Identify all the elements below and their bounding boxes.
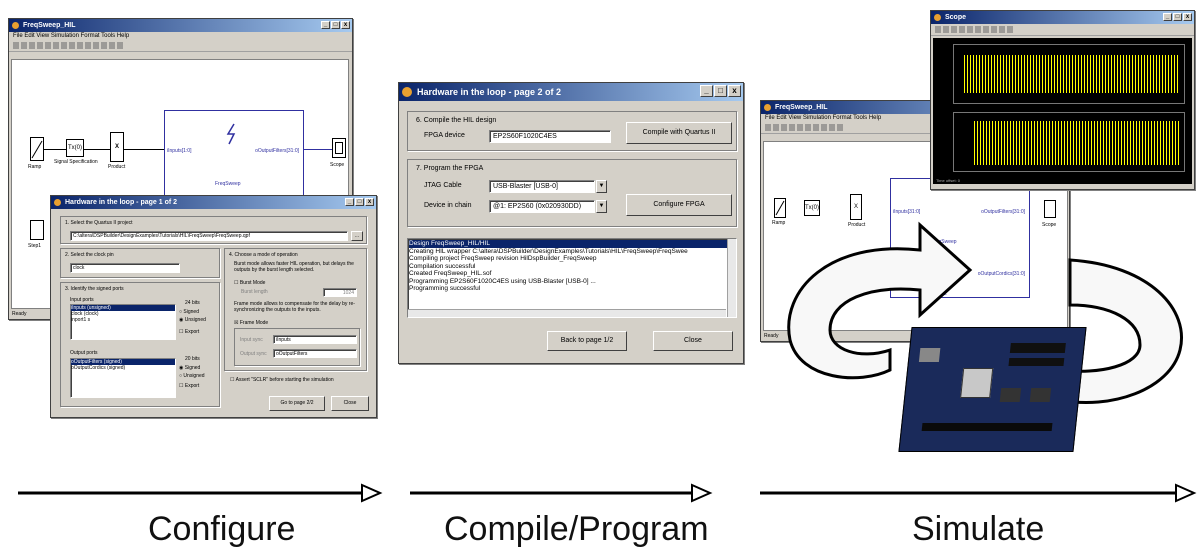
scope-titlebar: Scope _ □ x: [931, 11, 1194, 24]
vertical-scrollbar[interactable]: [727, 239, 736, 317]
input-sync-select[interactable]: iInputs: [273, 335, 357, 344]
browse-button[interactable]: ...: [351, 231, 363, 241]
chevron-down-icon[interactable]: ▼: [596, 180, 607, 193]
matlab-icon: [12, 22, 19, 29]
close-button[interactable]: x: [365, 198, 374, 206]
scope-toolbar: [931, 24, 1194, 36]
configure-fpga-button[interactable]: Configure FPGA: [626, 194, 732, 216]
compile-program-label: Compile/Program: [444, 510, 709, 548]
unsigned-radio-out[interactable]: ○ Unsigned: [179, 373, 205, 379]
mode-group: 4. Choose a mode of operation Burst mode…: [224, 248, 367, 371]
matlab-icon: [764, 104, 771, 111]
fpga-board-image: [898, 327, 1087, 452]
log-area: Design FreqSweep_HIL/HIL Creating HIL wr…: [407, 238, 737, 318]
signed-radio-in[interactable]: ○ Signed: [179, 309, 199, 315]
product-block[interactable]: X: [110, 132, 124, 162]
compile-button[interactable]: Compile with Quartus II: [626, 122, 732, 144]
project-group: 1. Select the Quartus II project C:\alte…: [60, 216, 367, 244]
scope-label: Scope: [330, 162, 345, 168]
scope-plot-area: Time offset: 0: [933, 38, 1192, 184]
scope-trace-top: [953, 44, 1185, 104]
signed-ports-group: 3. Identify the signed ports Input ports…: [60, 282, 220, 407]
list-item[interactable]: oOutputCordics (signed): [71, 365, 175, 371]
menu-bar[interactable]: File Edit View Simulation Format Tools H…: [9, 32, 352, 40]
page1-titlebar: Hardware in the loop - page 1 of 2 _ □ x: [51, 196, 376, 209]
output-sync-select[interactable]: oOutputFilters: [273, 349, 357, 358]
close-button[interactable]: Close: [331, 396, 369, 411]
goto-page2-button[interactable]: Go to page 2/2: [269, 396, 325, 411]
minimize-button[interactable]: _: [321, 21, 330, 29]
maximize-button[interactable]: □: [355, 198, 364, 206]
unsigned-radio-in[interactable]: ◉ Unsigned: [179, 317, 206, 323]
close-button[interactable]: x: [1183, 13, 1192, 21]
burst-mode-checkbox[interactable]: ☐ Burst Mode: [234, 280, 265, 286]
close-button[interactable]: Close: [653, 331, 733, 351]
maximize-button[interactable]: □: [1173, 13, 1182, 21]
ramp-label: Ramp: [28, 164, 42, 170]
scope-trace-bottom: [953, 112, 1185, 172]
clock-group: 2. Select the clock pin clock: [60, 248, 220, 278]
ramp-block[interactable]: [30, 137, 44, 161]
hil-page1-dialog: Hardware in the loop - page 1 of 2 _ □ x 1…: [50, 195, 377, 418]
tx-block[interactable]: Tx(0): [66, 139, 84, 157]
compile-group: 6. Compile the HIL design FPGA device EP…: [407, 111, 737, 151]
scope-window: Scope _ □ x Time offset: 0: [930, 10, 1195, 190]
clock-select[interactable]: clock: [70, 263, 180, 273]
list-item[interactable]: inport1 s: [71, 317, 175, 323]
project-path-field[interactable]: C:\altera\DSPBuilder\DesignExamples\Tuto…: [70, 231, 348, 241]
frame-mode-checkbox[interactable]: ☒ Frame Mode: [234, 320, 268, 326]
signal-spec-label: Signal Specification: [54, 159, 98, 165]
matlab-icon: [402, 87, 412, 97]
back-page1-button[interactable]: Back to page 1/2: [547, 331, 627, 351]
matlab-icon: [54, 199, 61, 206]
matlab-icon: [934, 14, 941, 21]
maximize-button[interactable]: □: [714, 85, 727, 97]
burst-length-field[interactable]: 1024: [323, 288, 357, 297]
minimize-button[interactable]: _: [700, 85, 713, 97]
horizontal-scrollbar[interactable]: [408, 309, 726, 317]
export-checkbox-out[interactable]: ☐ Export: [179, 383, 199, 389]
chevron-down-icon[interactable]: ▼: [596, 200, 607, 213]
model-titlebar: FreqSweep_HIL _ □ x: [9, 19, 352, 32]
product-label: Product: [108, 164, 126, 170]
toolbar: [9, 40, 352, 52]
flow-arrows: [18, 483, 1197, 503]
fpga-device-field[interactable]: EP2S60F1020C4ES: [489, 130, 611, 143]
minimize-button[interactable]: _: [345, 198, 354, 206]
assert-sclr-checkbox[interactable]: ☐ Assert "SCLR" before starting the simu…: [230, 377, 334, 383]
maximize-button[interactable]: □: [331, 21, 340, 29]
program-group: 7. Program the FPGA JTAG Cable USB-Blast…: [407, 159, 737, 227]
export-checkbox-in[interactable]: ☐ Export: [179, 329, 199, 335]
close-button[interactable]: x: [341, 21, 350, 29]
output-ports-list[interactable]: oOutputFilters (signed) oOutputCordics (…: [70, 358, 176, 398]
lightning-icon: [226, 123, 236, 145]
jtag-cable-select[interactable]: USB-Blaster [USB-0]: [489, 180, 595, 193]
signed-radio-out[interactable]: ◉ Signed: [179, 365, 200, 371]
simulate-label: Simulate: [912, 510, 1045, 548]
scope-block[interactable]: [332, 138, 346, 158]
hil-page2-dialog: Hardware in the loop - page 2 of 2 _ □ x 6…: [398, 82, 744, 364]
configure-label: Configure: [148, 510, 296, 548]
close-button[interactable]: x: [728, 85, 741, 97]
input-ports-list[interactable]: iInputs (unsigned) clock (clock) inport1…: [70, 304, 176, 340]
page2-titlebar: Hardware in the loop - page 2 of 2 _ □ x: [399, 83, 743, 101]
device-chain-select[interactable]: @1: EP2S60 (0x020930DD): [489, 200, 595, 213]
step-block[interactable]: [30, 220, 44, 240]
status-bar: Ready: [12, 311, 27, 317]
minimize-button[interactable]: _: [1163, 13, 1172, 21]
